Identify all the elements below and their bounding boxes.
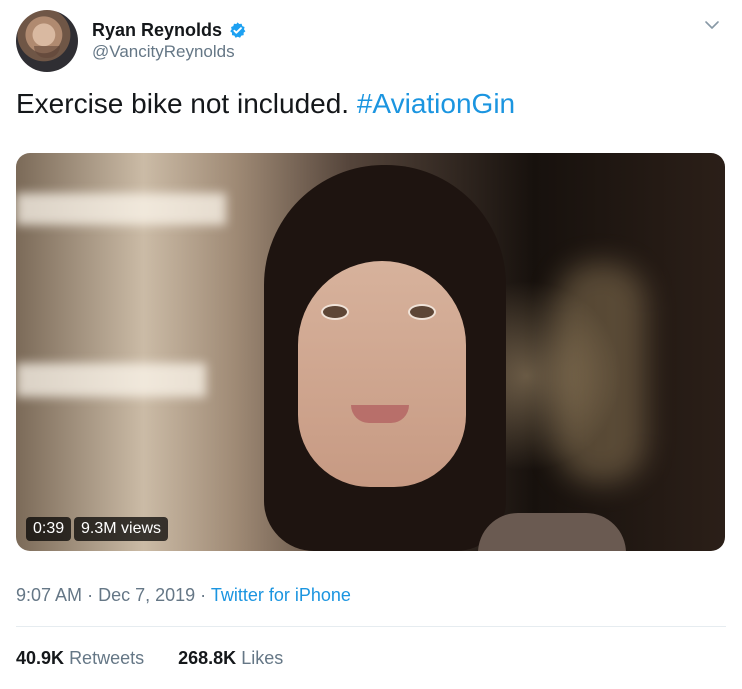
video-subject-eye [321,304,349,320]
background-light [16,193,226,225]
video-subject-eye [408,304,436,320]
retweets-count: 40.9K [16,648,65,668]
tweet-source-link[interactable]: Twitter for iPhone [211,585,351,605]
tweet-meta: 9:07 AM · Dec 7, 2019 · Twitter for iPho… [16,585,351,606]
avatar[interactable] [16,10,78,72]
background-light [556,263,646,483]
video-subject-shoulder [478,513,626,551]
author-handle[interactable]: @VancityReynolds [92,42,235,62]
tweet-date[interactable]: Dec 7, 2019 [98,585,195,605]
video-subject-mouth [351,405,409,423]
author-name[interactable]: Ryan Reynolds [92,20,222,41]
chevron-down-icon[interactable] [704,17,720,33]
background-light [16,363,206,397]
tweet-text: Exercise bike not included. #AviationGin [16,86,726,122]
likes-label: Likes [241,648,284,668]
hashtag-link[interactable]: #AviationGin [357,88,515,119]
video-player[interactable] [16,153,725,551]
tweet-body: Exercise bike not included. [16,88,350,119]
tweet-header: Ryan Reynolds @VancityReynolds [16,10,726,72]
meta-separator: · [200,585,207,605]
author-row: Ryan Reynolds [92,18,247,42]
meta-separator: · [87,585,94,605]
tweet-stats: 40.9K Retweets 268.8K Likes [16,648,283,669]
tweet-card: Ryan Reynolds @VancityReynolds Exercise … [0,0,742,689]
video-subject-face [298,261,466,487]
video-views: 9.3M views [74,517,169,541]
stats-divider [16,626,726,627]
tweet-time[interactable]: 9:07 AM [16,585,82,605]
verified-badge-icon [230,21,246,38]
video-duration: 0:39 [26,517,72,541]
retweets-stat[interactable]: 40.9K Retweets [16,648,149,668]
likes-stat[interactable]: 268.8K Likes [178,648,283,668]
retweets-label: Retweets [69,648,145,668]
likes-count: 268.8K [178,648,237,668]
